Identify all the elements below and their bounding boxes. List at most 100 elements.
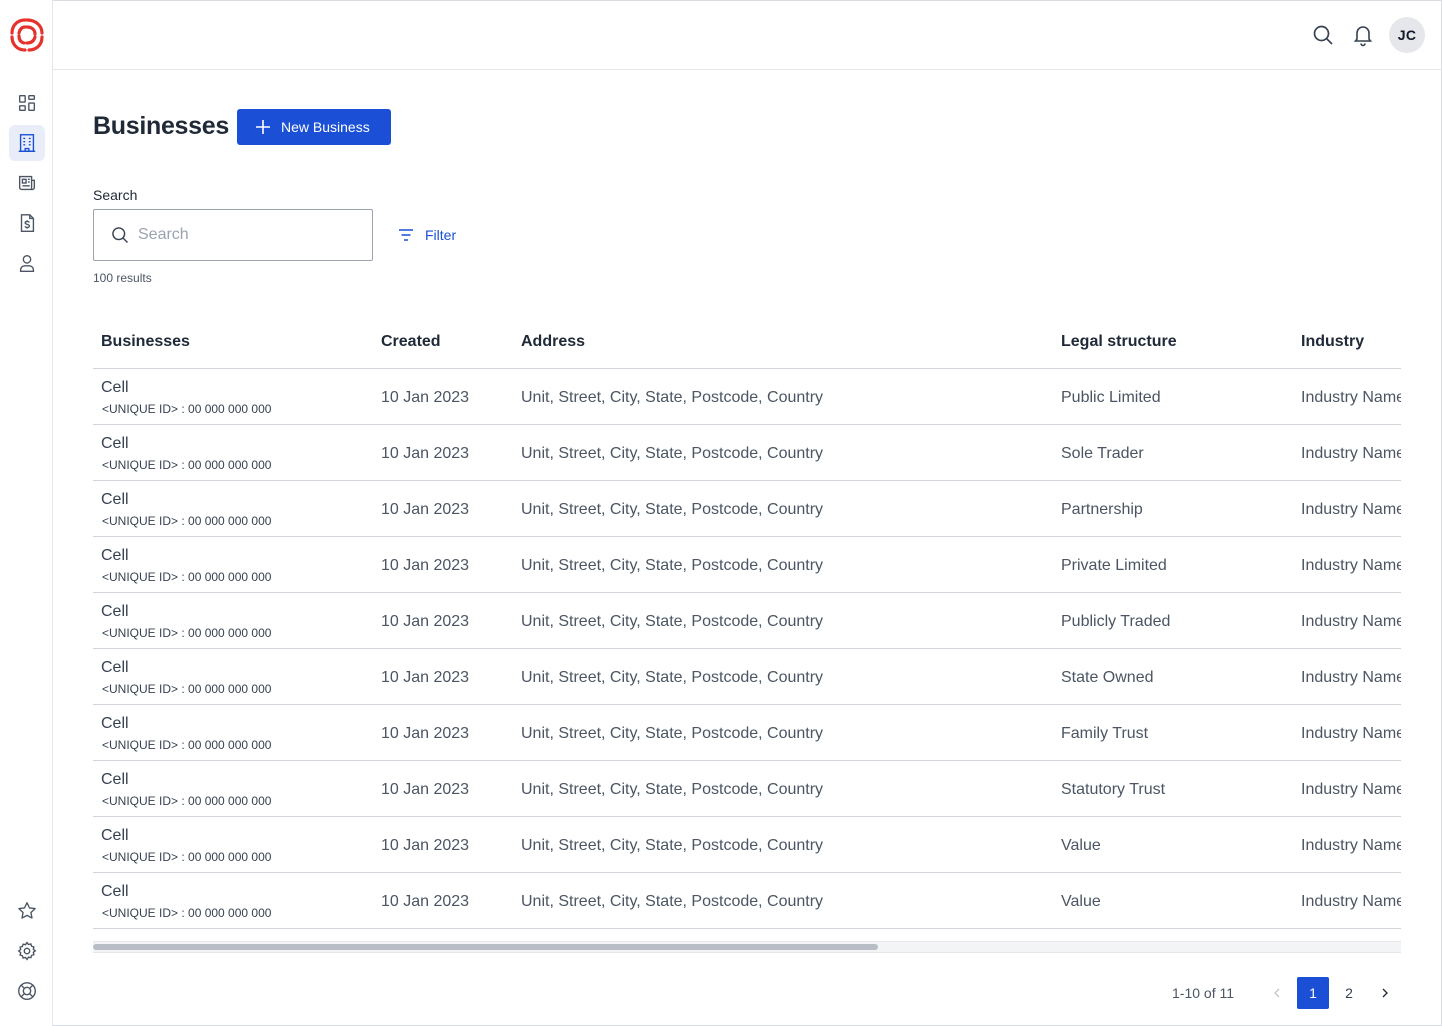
created-date-cell: 10 Jan 2023 xyxy=(381,557,470,574)
created-date-cell: 10 Jan 2023 xyxy=(381,725,470,742)
filter-button[interactable]: Filter xyxy=(397,224,456,246)
pagination-next-button[interactable] xyxy=(1373,981,1397,1005)
notifications-button[interactable] xyxy=(1350,22,1376,48)
business-name-cell: Cell xyxy=(101,659,129,676)
chevron-left-icon xyxy=(1274,988,1280,998)
horizontal-scrollbar[interactable] xyxy=(93,941,1401,953)
table-row[interactable]: Cell <UNIQUE ID> : 00 000 000 000 10 Jan 2… xyxy=(93,593,1401,649)
pagination-info: 1-10 of 11 xyxy=(1172,985,1235,1001)
table-row[interactable]: Cell <UNIQUE ID> : 00 000 000 000 10 Jan 2… xyxy=(93,537,1401,593)
sidebar-item-help[interactable] xyxy=(9,973,45,1009)
column-header-industry[interactable]: Industry xyxy=(1301,333,1364,351)
chevron-right-icon xyxy=(1382,988,1388,998)
address-cell: Unit, Street, City, State, Postcode, Cou… xyxy=(521,837,824,854)
industry-cell: Industry Name xyxy=(1301,501,1401,518)
top-bar: JC xyxy=(53,0,1442,70)
grid-icon xyxy=(18,94,36,112)
created-date-cell: 10 Jan 2023 xyxy=(381,445,470,462)
industry-cell: Industry Name xyxy=(1301,893,1401,910)
industry-cell: Industry Name xyxy=(1301,389,1401,406)
pagination-page-1[interactable]: 1 xyxy=(1297,977,1329,1009)
sidebar-item-people[interactable] xyxy=(9,245,45,281)
sidebar-item-businesses[interactable] xyxy=(9,125,45,161)
table-row[interactable]: Cell <UNIQUE ID> : 00 000 000 000 10 Jan 2… xyxy=(93,649,1401,705)
plus-icon xyxy=(256,120,270,134)
dollar-document-icon xyxy=(20,214,35,232)
page-title: Businesses xyxy=(93,112,229,140)
table-row[interactable]: Cell <UNIQUE ID> : 00 000 000 000 10 Jan 2… xyxy=(93,481,1401,537)
business-unique-id: <UNIQUE ID> : 00 000 000 000 xyxy=(102,794,272,808)
created-date-cell: 10 Jan 2023 xyxy=(381,613,470,630)
sidebar-item-settings[interactable] xyxy=(9,933,45,969)
business-unique-id: <UNIQUE ID> : 00 000 000 000 xyxy=(102,682,272,696)
industry-cell: Industry Name xyxy=(1301,781,1401,798)
business-name-cell: Cell xyxy=(101,603,129,620)
table-header: Businesses Created Address Legal structu… xyxy=(93,313,1401,369)
business-unique-id: <UNIQUE ID> : 00 000 000 000 xyxy=(102,570,272,584)
search-label: Search xyxy=(93,187,138,203)
table-row[interactable]: Cell <UNIQUE ID> : 00 000 000 000 10 Jan 2… xyxy=(93,369,1401,425)
sidebar-item-news[interactable] xyxy=(9,165,45,201)
businesses-table: Businesses Created Address Legal structu… xyxy=(93,313,1401,929)
created-date-cell: 10 Jan 2023 xyxy=(381,389,470,406)
global-search-button[interactable] xyxy=(1310,22,1336,48)
address-cell: Unit, Street, City, State, Postcode, Cou… xyxy=(521,781,824,798)
business-unique-id: <UNIQUE ID> : 00 000 000 000 xyxy=(102,738,272,752)
legal-structure-cell: Public Limited xyxy=(1061,389,1161,406)
business-name-cell: Cell xyxy=(101,435,129,452)
business-unique-id: <UNIQUE ID> : 00 000 000 000 xyxy=(102,402,272,416)
user-avatar[interactable]: JC xyxy=(1389,17,1425,53)
column-header-created[interactable]: Created xyxy=(381,333,441,351)
legal-structure-cell: Family Trust xyxy=(1061,725,1149,742)
business-name-cell: Cell xyxy=(101,715,129,732)
table-row[interactable]: Cell <UNIQUE ID> : 00 000 000 000 10 Jan 2… xyxy=(93,761,1401,817)
address-cell: Unit, Street, City, State, Postcode, Cou… xyxy=(521,893,824,910)
sidebar-item-dashboard[interactable] xyxy=(9,85,45,121)
gear-icon xyxy=(17,941,37,961)
new-business-button[interactable]: New Business xyxy=(237,109,391,145)
business-unique-id: <UNIQUE ID> : 00 000 000 000 xyxy=(102,906,272,920)
newspaper-icon xyxy=(18,175,36,191)
address-cell: Unit, Street, City, State, Postcode, Cou… xyxy=(521,557,824,574)
sidebar-item-invoices[interactable] xyxy=(9,205,45,241)
industry-cell: Industry Name xyxy=(1301,557,1401,574)
created-date-cell: 10 Jan 2023 xyxy=(381,501,470,518)
legal-structure-cell: Value xyxy=(1061,893,1101,910)
filter-icon xyxy=(399,229,413,241)
column-header-address[interactable]: Address xyxy=(521,333,585,351)
pagination-prev-button[interactable] xyxy=(1265,981,1289,1005)
legal-structure-cell: Statutory Trust xyxy=(1061,781,1166,798)
table-row[interactable]: Cell <UNIQUE ID> : 00 000 000 000 10 Jan 2… xyxy=(93,817,1401,873)
business-name-cell: Cell xyxy=(101,827,129,844)
pagination-page-2[interactable]: 2 xyxy=(1333,977,1365,1009)
column-header-legal-structure[interactable]: Legal structure xyxy=(1061,333,1177,351)
legal-structure-cell: Value xyxy=(1061,837,1101,854)
scrollbar-thumb[interactable] xyxy=(93,944,878,950)
legal-structure-cell: Publicly Traded xyxy=(1061,613,1171,630)
business-name-cell: Cell xyxy=(101,547,129,564)
search-input[interactable] xyxy=(138,226,358,244)
industry-cell: Industry Name xyxy=(1301,445,1401,462)
address-cell: Unit, Street, City, State, Postcode, Cou… xyxy=(521,445,824,462)
industry-cell: Industry Name xyxy=(1301,725,1401,742)
results-count: 100 results xyxy=(93,271,152,285)
business-unique-id: <UNIQUE ID> : 00 000 000 000 xyxy=(102,514,272,528)
industry-cell: Industry Name xyxy=(1301,837,1401,854)
address-cell: Unit, Street, City, State, Postcode, Cou… xyxy=(521,389,824,406)
sidebar-item-favorites[interactable] xyxy=(9,893,45,929)
created-date-cell: 10 Jan 2023 xyxy=(381,837,470,854)
table-row[interactable]: Cell <UNIQUE ID> : 00 000 000 000 10 Jan 2… xyxy=(93,873,1401,929)
lifebuoy-icon xyxy=(18,982,36,1000)
industry-cell: Industry Name xyxy=(1301,669,1401,686)
address-cell: Unit, Street, City, State, Postcode, Cou… xyxy=(521,501,824,518)
table-row[interactable]: Cell <UNIQUE ID> : 00 000 000 000 10 Jan 2… xyxy=(93,705,1401,761)
new-business-label: New Business xyxy=(281,119,370,135)
search-field[interactable] xyxy=(93,209,373,261)
business-unique-id: <UNIQUE ID> : 00 000 000 000 xyxy=(102,626,272,640)
business-name-cell: Cell xyxy=(101,771,129,788)
table-row[interactable]: Cell <UNIQUE ID> : 00 000 000 000 10 Jan 2… xyxy=(93,425,1401,481)
search-icon xyxy=(1313,25,1333,45)
brand-logo[interactable] xyxy=(8,16,46,54)
industry-cell: Industry Name xyxy=(1301,613,1401,630)
column-header-businesses[interactable]: Businesses xyxy=(101,333,190,351)
